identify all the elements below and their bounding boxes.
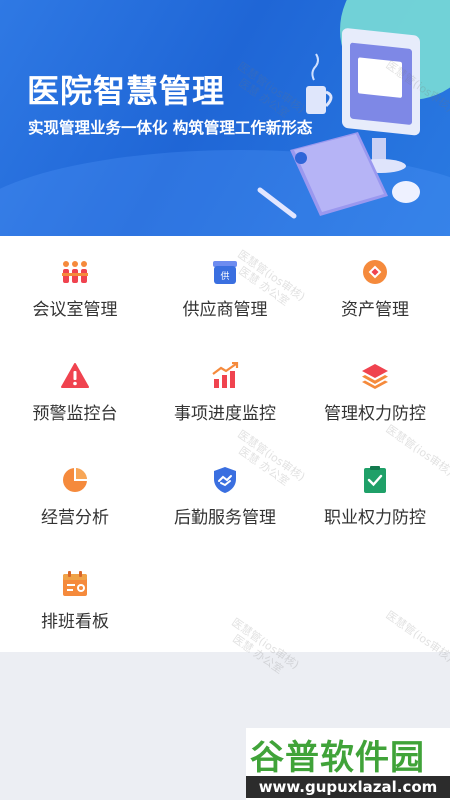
menu-item-progress-monitor[interactable]: 事项进度监控 [150,340,300,444]
supplier-badge-text: 供 [220,270,229,282]
menu-item-asset[interactable]: 资产管理 [300,236,450,340]
meeting-room-icon [62,261,88,283]
schedule-calendar-icon [63,571,87,596]
check-clipboard-icon [364,466,386,493]
warning-triangle-icon [61,363,89,388]
menu-item-warning-monitor[interactable]: 预警监控台 [0,340,150,444]
menu-item-meeting-room[interactable]: 会议室管理 [0,236,150,340]
menu-item-business-analysis[interactable]: 经营分析 [0,444,150,548]
menu-item-label: 会议室管理 [32,300,118,320]
menu-item-label: 事项进度监控 [174,404,276,424]
menu-item-schedule-board[interactable]: 排班看板 [0,548,150,652]
menu-item-label: 后勤服务管理 [174,508,276,528]
banner-title: 医院智慧管理 [27,72,226,110]
menu-item-label: 排班看板 [41,612,109,632]
menu-item-label: 预警监控台 [32,404,118,424]
site-brand-watermark: 谷普软件园 www.gupuxlazal.com [246,728,450,800]
menu-item-label: 资产管理 [341,300,409,320]
banner: 医院智慧管理 实现管理业务一体化 构筑管理工作新形态 [0,0,450,236]
brand-url: www.gupuxlazal.com [246,776,450,798]
menu-item-label: 职业权力防控 [324,508,426,528]
brand-name: 谷普软件园 [250,738,425,778]
pie-chart-icon [63,468,87,492]
layers-icon [362,364,388,389]
menu-item-label: 管理权力防控 [324,404,426,424]
menu-item-label: 经营分析 [41,508,109,528]
progress-chart-icon [212,362,239,388]
asset-coin-icon [363,260,387,284]
menu-item-management-power[interactable]: 管理权力防控 [300,340,450,444]
menu-grid: 会议室管理 供 供应商管理 资产管理 预警监控台 事项进度监控 管理权力防控 经… [0,236,450,652]
handshake-shield-icon [214,467,236,493]
